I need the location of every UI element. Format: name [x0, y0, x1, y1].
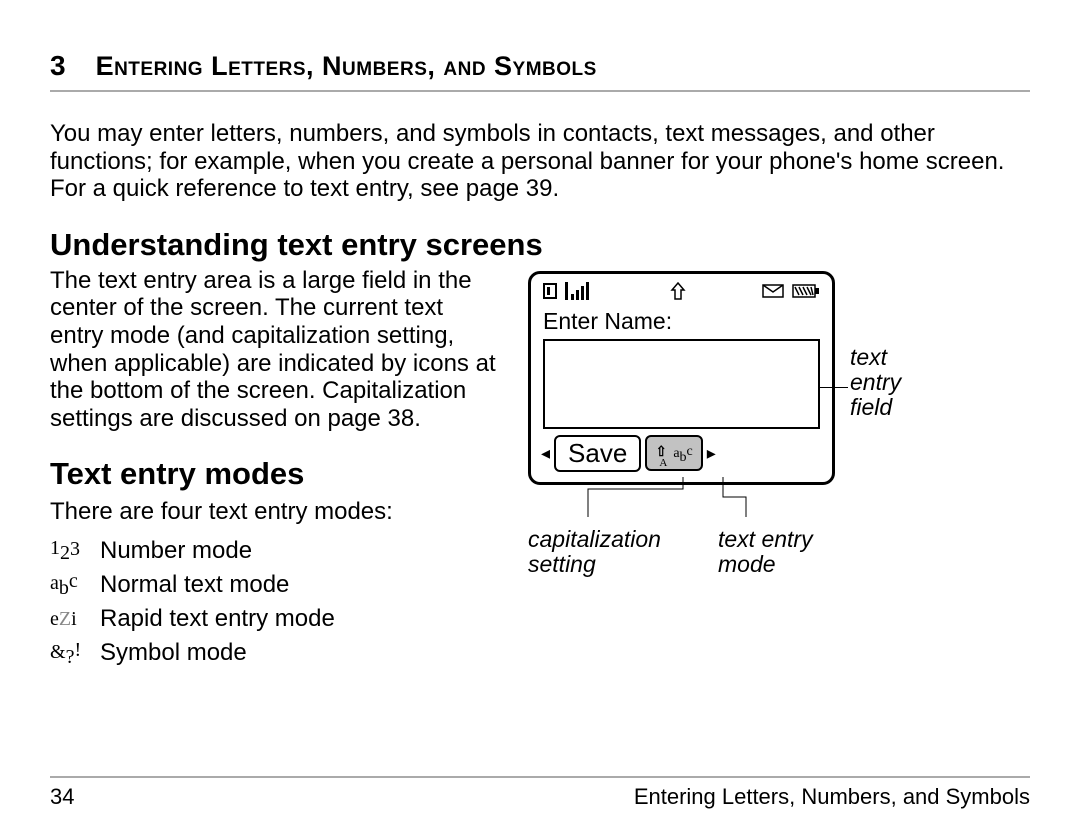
- callout-text-entry-field: text entry field: [850, 345, 920, 421]
- running-title: Entering Letters, Numbers, and Symbols: [634, 784, 1030, 810]
- mode-item-rapid: eZi Rapid text entry mode: [50, 602, 500, 636]
- abc-mode-icon: abc: [673, 445, 692, 465]
- section-understanding-heading: Understanding text entry screens: [50, 227, 1030, 263]
- button-row: ◂ Save abc ▸: [539, 435, 824, 472]
- status-bar: [539, 282, 824, 306]
- intro-paragraph: You may enter letters, numbers, and symb…: [50, 120, 1030, 203]
- battery-icon: [792, 284, 820, 303]
- mode-item-number: 123 Number mode: [50, 534, 500, 568]
- number-mode-icon: 123: [50, 534, 92, 567]
- mode-list: 123 Number mode abc Normal text mode eZi…: [50, 534, 500, 671]
- message-icon: [762, 284, 784, 303]
- up-arrow-icon: [670, 282, 686, 305]
- signal-icon: [565, 282, 593, 305]
- left-arrow-icon: ◂: [541, 443, 550, 464]
- mode-item-normal: abc Normal text mode: [50, 567, 500, 602]
- section-modes-heading: Text entry modes: [50, 456, 500, 492]
- text-entry-field: [543, 339, 820, 429]
- modes-intro: There are four text entry modes:: [50, 498, 500, 526]
- page-number: 34: [50, 784, 74, 810]
- screen-title: Enter Name:: [539, 306, 824, 337]
- right-arrow-icon: ▸: [707, 443, 716, 464]
- mode-label: Normal text mode: [100, 568, 289, 602]
- chapter-header: 3 Entering Letters, Numbers, and Symbols: [50, 50, 1030, 92]
- callout-leader-field: [820, 387, 848, 390]
- page-footer: 34 Entering Letters, Numbers, and Symbol…: [50, 776, 1030, 810]
- save-button: Save: [554, 435, 641, 472]
- normal-mode-icon: abc: [50, 567, 92, 602]
- mode-item-symbol: &?! Symbol mode: [50, 636, 500, 671]
- callout-leaders-bottom: [528, 485, 1030, 525]
- phone-diagram: Enter Name: ◂ Save abc ▸ text entry fiel…: [520, 267, 1030, 578]
- section-understanding-body: The text entry area is a large field in …: [50, 267, 500, 433]
- callout-capitalization: capitalization setting: [528, 527, 678, 578]
- chapter-title: Entering Letters, Numbers, and Symbols: [96, 51, 597, 82]
- rapid-mode-icon: eZi: [50, 605, 92, 633]
- digital-icon: [543, 283, 557, 304]
- chapter-number: 3: [50, 50, 66, 82]
- mode-label: Number mode: [100, 534, 252, 568]
- phone-frame: Enter Name: ◂ Save abc ▸: [528, 271, 835, 485]
- symbol-mode-icon: &?!: [50, 636, 92, 671]
- callout-text-entry-mode: text entry mode: [718, 527, 838, 578]
- capitalization-icon: [655, 446, 671, 468]
- mode-label: Symbol mode: [100, 636, 247, 670]
- mode-indicator: abc: [645, 435, 702, 471]
- mode-label: Rapid text entry mode: [100, 602, 335, 636]
